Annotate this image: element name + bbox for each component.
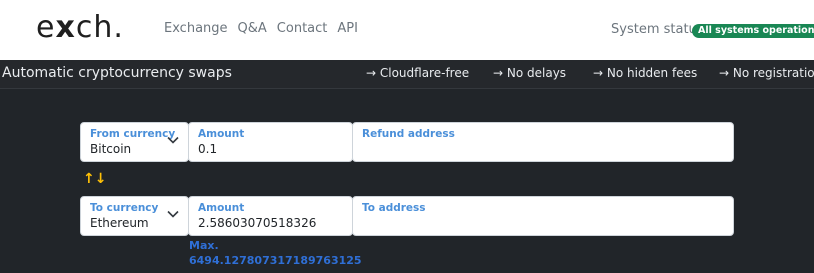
top-navbar: exch. Exchange Q&A Contact API System st…	[0, 0, 814, 60]
from-amount-field[interactable]: Amount 0.1	[188, 122, 353, 162]
nav-exchange[interactable]: Exchange	[164, 21, 228, 36]
feature-no-hidden-fees: → No hidden fees	[593, 66, 698, 80]
status-badge[interactable]: All systems operational	[692, 24, 814, 38]
refund-address-field[interactable]: Refund address	[352, 122, 734, 162]
to-amount-label: Amount	[198, 202, 245, 214]
system-status-label[interactable]: System status	[611, 22, 704, 37]
chevron-down-icon	[167, 136, 179, 144]
from-currency-select[interactable]: From currency Bitcoin	[80, 122, 189, 162]
max-value: 6494.127807317189763125	[189, 254, 362, 267]
from-amount-label: Amount	[198, 128, 245, 140]
feature-banner: Automatic cryptocurrency swaps → Cloudfl…	[0, 60, 814, 89]
from-currency-value: Bitcoin	[90, 142, 132, 156]
to-address-label: To address	[362, 202, 426, 214]
main-nav: Exchange Q&A Contact API	[164, 21, 358, 36]
nav-api[interactable]: API	[337, 21, 358, 36]
refund-address-label: Refund address	[362, 128, 455, 140]
to-amount-field[interactable]: Amount 2.58603070518326	[188, 196, 353, 236]
logo-text-left: e	[36, 10, 56, 45]
to-currency-value: Ethereum	[90, 216, 149, 230]
feature-no-delays: → No delays	[493, 66, 567, 80]
swap-direction-icon[interactable]: ↑↓	[83, 171, 106, 187]
to-currency-select[interactable]: To currency Ethereum	[80, 196, 189, 236]
from-currency-label: From currency	[90, 128, 176, 140]
to-currency-label: To currency	[90, 202, 159, 214]
max-label: Max.	[189, 239, 219, 252]
nav-contact[interactable]: Contact	[277, 21, 328, 36]
max-amount[interactable]: Max. 6494.127807317189763125	[189, 238, 362, 268]
to-amount-value: 2.58603070518326	[198, 216, 317, 230]
logo-x: x	[55, 10, 76, 45]
to-address-field[interactable]: To address	[352, 196, 734, 236]
from-amount-value: 0.1	[198, 142, 218, 156]
feature-no-registration: → No registration	[719, 66, 814, 80]
feature-cloudflare-free: → Cloudflare-free	[366, 66, 470, 80]
logo-text-right: ch.	[75, 10, 124, 45]
logo[interactable]: exch.	[36, 10, 124, 45]
nav-qa[interactable]: Q&A	[238, 21, 267, 36]
banner-title: Automatic cryptocurrency swaps	[2, 65, 232, 81]
chevron-down-icon	[167, 210, 179, 218]
